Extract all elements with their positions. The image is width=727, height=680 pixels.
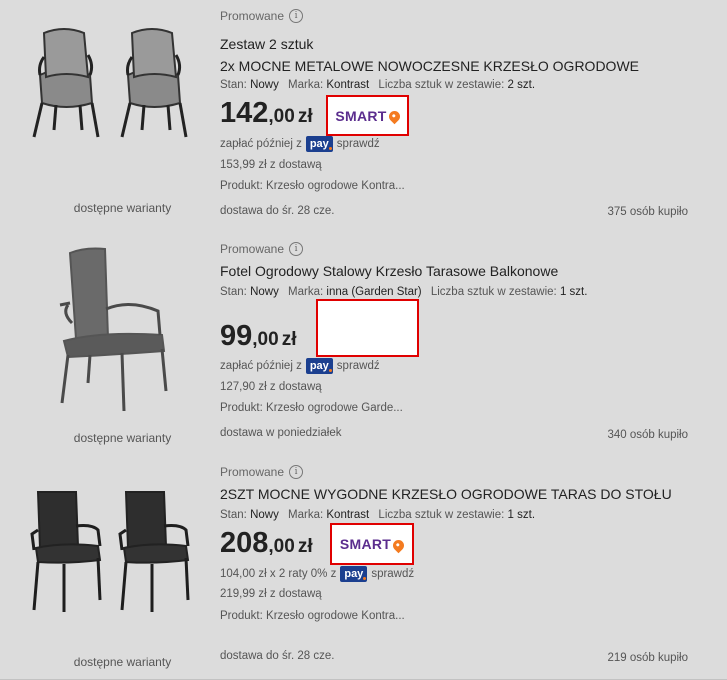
listing-params: Stan: Nowy Marka: inna (Garden Star) Lic… [220, 286, 593, 298]
brand-label: Marka: [288, 509, 324, 521]
product-image[interactable] [50, 243, 180, 418]
variants-link[interactable]: dostępne warianty [30, 655, 215, 669]
promoted-label: Promowane i [220, 465, 304, 479]
condition-label: Stan: [220, 79, 247, 91]
product-image[interactable] [28, 490, 203, 615]
bought-count: 340 osób kupiło [607, 429, 688, 441]
check-link[interactable]: sprawdź [337, 360, 380, 372]
qty-label: Liczba sztuk w zestawie: [378, 79, 505, 91]
smart-label: SMART [339, 536, 392, 552]
smart-label: SMART [335, 107, 387, 124]
price-cents: ,00 [252, 329, 279, 350]
promoted-text: Promowane [220, 242, 285, 256]
brand-value: Kontrast [326, 79, 370, 91]
listing-params: Stan: Nowy Marka: Kontrast Liczba sztuk … [220, 79, 541, 91]
qty-value: 1 szt. [507, 509, 536, 521]
listing-title-line2[interactable]: 2x MOCNE METALOWE NOWOCZESNE KRZESŁO OGR… [220, 58, 639, 74]
price-main: 142 [220, 97, 269, 129]
listing-card[interactable]: dostępne warianty Promowane i Fotel Ogro… [0, 233, 727, 456]
check-link[interactable]: sprawdź [371, 568, 414, 580]
listing-title[interactable]: 2SZT MOCNE WYGODNE KRZESŁO OGRODOWE TARA… [220, 486, 672, 502]
price-cents: ,00 [268, 536, 295, 557]
dark-chairs-image [30, 491, 190, 612]
product-link[interactable]: Produkt: Krzesło ogrodowe Kontra... [220, 610, 405, 622]
variants-link[interactable]: dostępne warianty [30, 431, 215, 445]
promoted-label: Promowane i [220, 9, 304, 23]
allegro-pay-icon: pay [340, 566, 368, 582]
price: 208,00 zł [220, 527, 313, 560]
condition-value: Nowy [250, 79, 279, 91]
brand-value: inna (Garden Star) [326, 286, 422, 298]
listing-title[interactable]: Zestaw 2 sztuk [220, 36, 313, 52]
metal-chairs-image [32, 28, 188, 138]
check-link[interactable]: sprawdź [337, 138, 380, 150]
price-currency: zł [297, 536, 313, 557]
price: 142,00 zł [220, 97, 313, 130]
allegro-pay-icon: pay [305, 358, 333, 374]
price: 99,00 zł [220, 320, 296, 353]
steel-armchair-image [59, 247, 168, 412]
listing-title[interactable]: Fotel Ogrodowy Stalowy Krzesło Tarasowe … [220, 263, 558, 279]
pay-later-line: zapłać później z pay sprawdź [220, 358, 380, 374]
installments-text: 104,00 zł x 2 raty 0% z [220, 568, 337, 580]
info-icon[interactable]: i [289, 9, 304, 23]
price-currency: zł [297, 106, 313, 127]
price-with-delivery: 153,99 zł z dostawą [220, 159, 322, 171]
brand-label: Marka: [288, 286, 324, 298]
variants-link[interactable]: dostępne warianty [30, 201, 215, 215]
promoted-text: Promowane [220, 465, 285, 479]
product-link[interactable]: Produkt: Krzesło ogrodowe Garde... [220, 402, 403, 414]
bought-count: 375 osób kupiło [607, 206, 688, 218]
smart-badge: SMART [326, 95, 409, 136]
condition-value: Nowy [250, 509, 279, 521]
info-icon[interactable]: i [289, 242, 304, 256]
pay-later-line: zapłać później z pay sprawdź [220, 136, 380, 152]
info-icon[interactable]: i [289, 465, 304, 479]
pay-later-text: zapłać później z [220, 360, 302, 372]
qty-label: Liczba sztuk w zestawie: [430, 286, 557, 298]
condition-label: Stan: [220, 286, 247, 298]
brand-value: Kontrast [326, 509, 370, 521]
delivery-date: dostawa w poniedziałek [220, 427, 342, 439]
smart-pin-icon [386, 108, 402, 125]
price-main: 208 [220, 527, 269, 559]
delivery-date: dostawa do śr. 28 cze. [220, 205, 335, 217]
listing-params: Stan: Nowy Marka: Kontrast Liczba sztuk … [220, 509, 541, 521]
smart-badge: SMART [330, 523, 414, 565]
product-link[interactable]: Produkt: Krzesło ogrodowe Kontra... [220, 180, 405, 192]
qty-label: Liczba sztuk w zestawie: [378, 509, 505, 521]
smart-badge-placeholder [316, 299, 419, 357]
condition-value: Nowy [250, 286, 279, 298]
listing-card[interactable]: dostępne warianty Promowane i Zestaw 2 s… [0, 0, 727, 234]
delivery-date: dostawa do śr. 28 cze. [220, 650, 335, 662]
promoted-label: Promowane i [220, 242, 304, 256]
product-image[interactable] [20, 25, 210, 175]
listing-card[interactable]: dostępne warianty Promowane i 2SZT MOCNE… [0, 455, 727, 680]
smart-pin-icon [390, 537, 407, 553]
price-cents: ,00 [268, 106, 295, 127]
brand-label: Marka: [288, 79, 324, 91]
condition-label: Stan: [220, 509, 247, 521]
allegro-pay-icon: pay [305, 136, 333, 152]
price-main: 99 [220, 320, 253, 352]
qty-value: 1 szt. [559, 286, 588, 298]
price-currency: zł [281, 329, 297, 350]
price-with-delivery: 127,90 zł z dostawą [220, 381, 322, 393]
promoted-text: Promowane [220, 9, 285, 23]
pay-installments-line: 104,00 zł x 2 raty 0% z pay sprawdź [220, 566, 414, 582]
qty-value: 2 szt. [507, 79, 536, 91]
price-with-delivery: 219,99 zł z dostawą [220, 588, 322, 600]
bought-count: 219 osób kupiło [607, 652, 688, 664]
pay-later-text: zapłać później z [220, 138, 302, 150]
